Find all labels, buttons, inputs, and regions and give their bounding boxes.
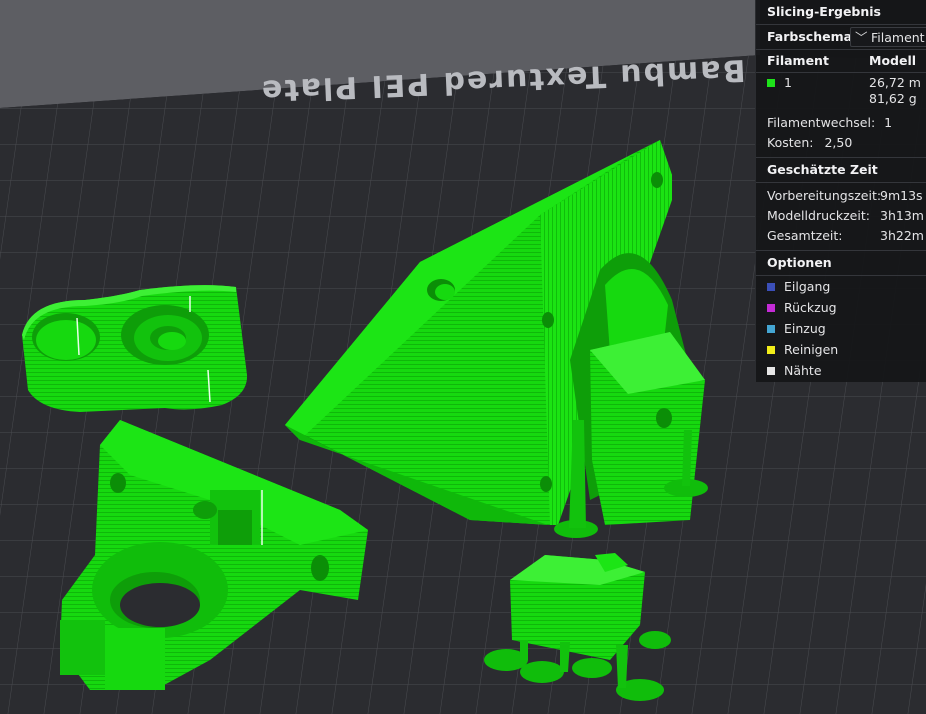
filament-table-header: Filament Modell [756, 50, 926, 73]
option-swatch [767, 282, 775, 291]
option-wipe[interactable]: Reinigen [756, 339, 926, 360]
filament-changes-row: Filamentwechsel: 1 [756, 113, 926, 133]
color-scheme-label: Farbschema [767, 29, 853, 44]
option-seams[interactable]: Nähte [756, 360, 926, 381]
print-time-label: Modelldruckzeit: [767, 208, 870, 223]
prep-time-label: Vorbereitungszeit: [767, 188, 882, 203]
options-list: Eilgang Rückzug Einzug Reinigen Nähte [756, 276, 926, 381]
estimated-time-heading: Geschätzte Zeit [756, 157, 926, 183]
filament-weight: 81,62 g [869, 91, 917, 106]
print-time-value: 3h13m [880, 208, 924, 223]
cost-label: Kosten: [767, 135, 814, 150]
print-time-row: Modelldruckzeit: 3h13m [756, 206, 926, 226]
color-scheme-value: Filament [871, 30, 925, 45]
option-label: Eilgang [784, 279, 831, 294]
filament-row: 1 26,72 m 81,62 g [756, 73, 926, 111]
prep-time-row: Vorbereitungszeit: 9m13s [756, 186, 926, 206]
chevron-down-icon: ﹀ [855, 30, 868, 45]
option-retraction[interactable]: Rückzug [756, 297, 926, 318]
options-heading: Optionen [756, 250, 926, 276]
option-swatch [767, 366, 775, 375]
option-label: Reinigen [784, 342, 839, 357]
total-time-label: Gesamtzeit: [767, 228, 843, 243]
panel-title: Slicing-Ergebnis [756, 0, 926, 25]
filament-length: 26,72 m [869, 75, 921, 90]
model-clamp[interactable] [22, 285, 248, 412]
filament-id: 1 [784, 75, 792, 90]
filament-color-swatch [767, 78, 775, 87]
option-travel[interactable]: Eilgang [756, 276, 926, 297]
model-column-header: Modell [869, 53, 917, 68]
cost-value: 2,50 [824, 135, 853, 150]
total-time-value: 3h22m [880, 228, 924, 243]
filament-column-header: Filament [767, 53, 829, 68]
option-swatch [767, 303, 775, 312]
slicing-result-panel: Slicing-Ergebnis Farbschema ﹀ Filament Fi… [755, 0, 926, 382]
option-swatch [767, 345, 775, 354]
cost-row: Kosten: 2,50 [756, 133, 926, 153]
option-deretraction[interactable]: Einzug [756, 318, 926, 339]
color-scheme-row: Farbschema ﹀ Filament [756, 25, 926, 50]
filament-changes-value: 1 [884, 115, 893, 130]
option-label: Rückzug [784, 300, 837, 315]
total-time-row: Gesamtzeit: 3h22m [756, 226, 926, 246]
option-label: Nähte [784, 363, 822, 378]
option-swatch [767, 324, 775, 333]
color-scheme-dropdown[interactable]: ﹀ Filament [850, 27, 926, 47]
prep-time-value: 9m13s [880, 188, 923, 203]
filament-changes-label: Filamentwechsel: [767, 115, 876, 130]
option-label: Einzug [784, 321, 826, 336]
